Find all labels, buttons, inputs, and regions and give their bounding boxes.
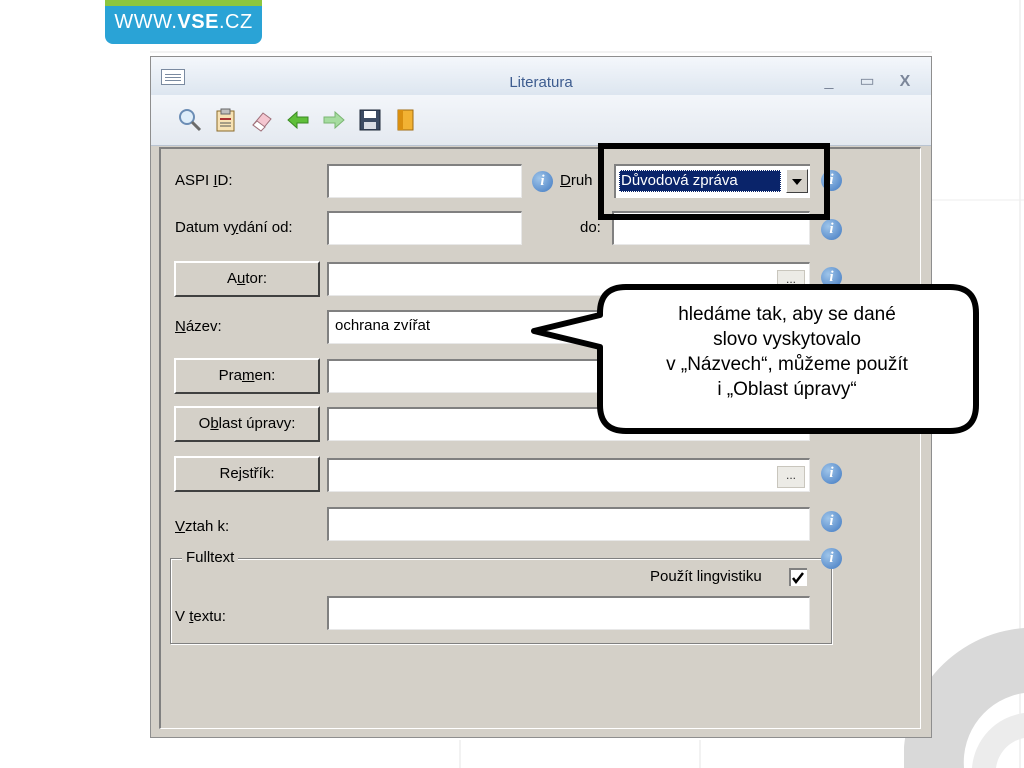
nazev-label: Název: (175, 318, 222, 335)
logo-suffix: .CZ (218, 10, 253, 33)
datum-do-label: do: (580, 219, 601, 236)
minimize-button[interactable]: _ (819, 73, 839, 91)
vse-logo: WWW. VSE .CZ (105, 0, 262, 44)
book-icon[interactable] (393, 107, 419, 133)
title-bar[interactable]: Literatura _ ▭ X (151, 57, 931, 96)
lingvistika-label: Použít lingvistiku (650, 568, 762, 585)
datum-od-input[interactable] (327, 211, 522, 245)
fulltext-group-title: Fulltext (182, 549, 239, 566)
v-textu-input[interactable] (327, 596, 810, 630)
logo-brand: VSE (177, 10, 219, 33)
rejstrik-browse-button[interactable]: ... (777, 466, 805, 488)
search-icon[interactable] (177, 107, 203, 133)
window-title: Literatura (509, 74, 573, 91)
aspi-id-info-icon[interactable]: i (532, 171, 553, 192)
callout-line: hledáme tak, aby se dané (678, 304, 896, 325)
logo-strip (105, 0, 262, 6)
vztah-label: Vztah k: (175, 518, 230, 535)
druh-label: Druh (560, 172, 593, 189)
rejstrik-button[interactable]: Rejstřík: (174, 456, 320, 492)
forward-arrow-icon[interactable] (321, 107, 347, 133)
callout-text: hledáme tak, aby se dané slovo vyskytova… (605, 302, 969, 402)
vztah-input[interactable] (327, 507, 810, 541)
save-icon[interactable] (357, 107, 383, 133)
rejstrik-info-icon[interactable]: i (821, 463, 842, 484)
callout-line: slovo vyskytovalo (713, 329, 861, 350)
back-arrow-icon[interactable] (285, 107, 311, 133)
pramen-button[interactable]: Pramen: (174, 358, 320, 394)
toolbar (151, 95, 931, 146)
rejstrik-input[interactable]: ... (327, 458, 810, 492)
clipboard-icon[interactable] (213, 107, 239, 133)
datum-od-label: Datum vydání od: (175, 219, 293, 236)
maximize-button[interactable]: ▭ (857, 73, 877, 91)
callout-line: v „Názvech“, můžeme použít (666, 354, 908, 375)
close-button[interactable]: X (895, 73, 915, 91)
checkmark-icon (792, 572, 804, 585)
v-textu-label: V textu: (175, 608, 226, 625)
aspi-id-label: ASPI ID: (175, 172, 233, 189)
datum-info-icon[interactable]: i (821, 219, 842, 240)
vztah-info-icon[interactable]: i (821, 511, 842, 532)
oblast-uprayv-button[interactable]: Oblast úpravy: (174, 406, 320, 442)
druh-highlight-box (598, 143, 830, 220)
callout-line: i „Oblast úpravy“ (717, 379, 857, 400)
aspi-id-input[interactable] (327, 164, 522, 198)
fulltext-info-icon[interactable]: i (821, 548, 842, 569)
lingvistika-checkbox[interactable] (789, 568, 807, 586)
eraser-icon[interactable] (249, 107, 275, 133)
autor-button[interactable]: Autor: (174, 261, 320, 297)
logo-prefix: WWW. (114, 10, 178, 33)
